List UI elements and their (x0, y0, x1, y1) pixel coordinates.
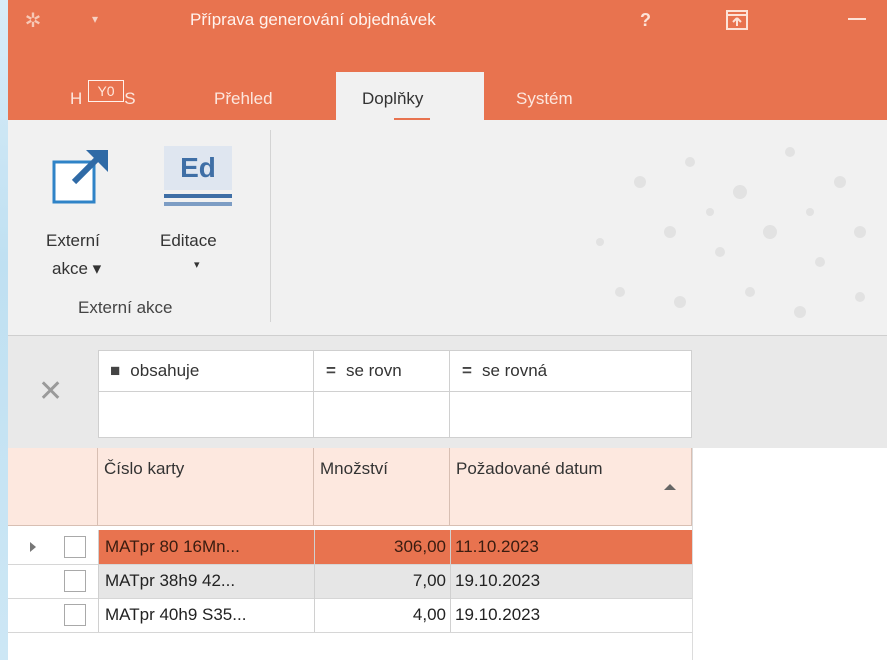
filter-input-mnozstvi[interactable] (314, 392, 450, 438)
tab-system[interactable]: Systém (516, 86, 573, 112)
filter-operator-cislo[interactable]: ■ obsahuje (98, 350, 314, 392)
equals-operator-icon: = (462, 361, 472, 380)
externi-akce-button-dropdown[interactable]: akce ▾ (52, 256, 101, 282)
keytip-y0: Y0 (88, 80, 124, 102)
external-link-icon[interactable] (52, 146, 112, 206)
cell-mnozstvi: 7,00 (314, 564, 450, 598)
tab-home-label-end: S (124, 89, 136, 108)
filter-operator-label: se rovn (345, 361, 402, 380)
filter-operator-mnozstvi[interactable]: = se rovn (314, 350, 450, 392)
contains-operator-icon: ■ (110, 361, 121, 380)
cell-cislo-karty: MATpr 40h9 S35... (98, 598, 314, 632)
edit-icon-underline-2 (164, 202, 232, 206)
row-divider (8, 632, 692, 633)
tab-doplnky[interactable]: Doplňky (362, 86, 423, 112)
title-bar (8, 0, 887, 64)
quick-access-dropdown-icon[interactable]: ▾ (92, 8, 108, 30)
edit-icon[interactable]: Ed (164, 146, 232, 190)
ribbon-group-separator (270, 130, 271, 322)
row-checkbox[interactable] (64, 536, 86, 558)
cell-datum: 19.10.2023 (450, 598, 692, 632)
tab-home-label-start: H (70, 89, 83, 108)
column-header-label: Požadované datum (456, 459, 603, 478)
equals-operator-icon: = (326, 361, 336, 380)
grid-empty-area (692, 448, 887, 660)
column-header-pozadovane-datum[interactable]: Požadované datum (450, 448, 692, 526)
externi-akce-button-label[interactable]: Externí (46, 228, 100, 254)
column-header-cislo-karty[interactable]: Číslo karty (98, 448, 314, 526)
filter-operator-datum[interactable]: = se rovná (450, 350, 692, 392)
grid-header-selector (8, 448, 98, 526)
cell-cislo-karty: MATpr 80 16Mn... (98, 530, 314, 564)
cell-mnozstvi: 4,00 (314, 598, 450, 632)
current-row-indicator-icon (30, 542, 36, 552)
row-checkbox[interactable] (64, 570, 86, 592)
ribbon-group-label: Externí akce (78, 298, 173, 317)
row-checkbox[interactable] (64, 604, 86, 626)
filter-input-cislo[interactable] (98, 392, 314, 438)
filter-operator-label: obsahuje (130, 361, 200, 380)
tab-prehled[interactable]: Přehled (214, 86, 273, 112)
clear-filter-icon[interactable]: ✕ (38, 372, 63, 412)
window-edge-glow (0, 0, 8, 660)
column-header-mnozstvi[interactable]: Množství (314, 448, 450, 526)
help-button[interactable]: ? (640, 8, 660, 32)
edit-icon-underline (164, 194, 232, 198)
editace-dropdown-icon[interactable]: ▾ (194, 252, 200, 278)
editace-button-label[interactable]: Editace (160, 228, 217, 254)
cell-cislo-karty: MATpr 38h9 42... (98, 564, 314, 598)
minimize-button[interactable] (848, 18, 866, 20)
ribbon-decoration-pattern (560, 122, 886, 332)
window-title: Příprava generování objednávek (190, 10, 436, 29)
cell-datum: 11.10.2023 (450, 530, 692, 564)
cell-datum: 19.10.2023 (450, 564, 692, 598)
ribbon-display-options-icon[interactable] (726, 10, 748, 30)
filter-input-datum[interactable] (450, 392, 692, 438)
cell-mnozstvi: 306,00 (314, 530, 450, 564)
app-icon: ✲ (24, 10, 42, 32)
sort-ascending-icon (664, 484, 676, 490)
filter-operator-label: se rovná (481, 361, 548, 380)
